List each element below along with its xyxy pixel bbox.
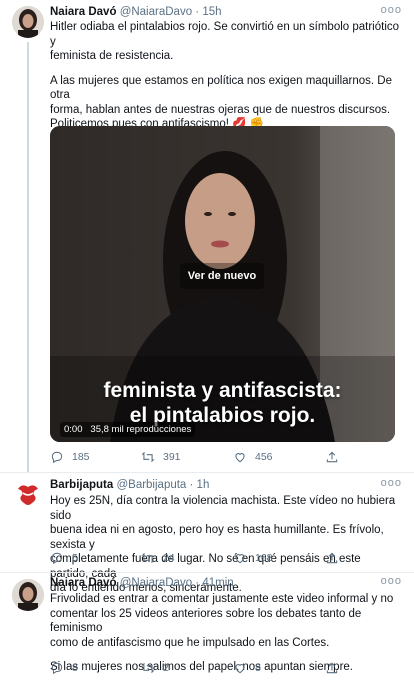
caption-line: feminista y antifascista:: [103, 379, 342, 402]
author-handle[interactable]: @Barbijaputa: [116, 479, 186, 491]
retweet-count: 24: [163, 552, 175, 564]
reply-icon: [51, 552, 63, 565]
reply-count: 5: [72, 552, 78, 564]
video-stats: 0:00 35,8 mil reproducciones: [60, 422, 196, 437]
like-icon: [235, 453, 245, 463]
reply-icon: [51, 662, 63, 675]
text-line: [50, 64, 400, 74]
text-line: comentar los 25 videos anteriores sobre …: [50, 607, 362, 635]
avatar-naiara[interactable]: [12, 6, 44, 38]
retweet-button[interactable]: 24: [141, 551, 175, 565]
text-line: forma, hablan antes de nuestras ojeras q…: [50, 103, 391, 116]
tweet-header: Barbijaputa @Barbijaputa · 1h: [50, 479, 209, 491]
tweet-actions: 185 391 456: [50, 450, 390, 466]
text-line: Hitler odiaba el pintalabios rojo. Se co…: [50, 21, 400, 48]
tweet-header: Naiara Davó @NaiaraDavo · 15h: [50, 6, 222, 18]
tweet-2[interactable]: Barbijaputa @Barbijaputa · 1h ooo Hoy es…: [0, 473, 414, 594]
retweet-icon: [141, 662, 155, 674]
like-button[interactable]: 456: [233, 450, 273, 464]
author-name[interactable]: Barbijaputa: [50, 479, 113, 491]
text-line: A las mujeres que estamos en política no…: [50, 74, 392, 102]
text-line: Hoy es 25N, día contra la violencia mach…: [50, 495, 396, 522]
reply-count: 8: [72, 662, 78, 674]
thread-line: [27, 42, 29, 472]
retweet-icon: [141, 451, 155, 463]
share-icon: [326, 662, 338, 674]
like-icon: [235, 554, 245, 564]
tweet-time[interactable]: · 1h: [190, 479, 210, 491]
text-line: [50, 650, 400, 660]
like-button[interactable]: 168: [233, 551, 273, 565]
video-time: 0:00: [64, 424, 83, 435]
replay-button[interactable]: Ver de nuevo: [180, 263, 264, 289]
more-icon[interactable]: ooo: [381, 575, 402, 587]
text-line: feminista de resistencia.: [50, 50, 174, 62]
retweet-button[interactable]: 2: [141, 661, 169, 675]
author-handle[interactable]: @NaiaraDavo: [120, 6, 192, 18]
retweet-count: 2: [163, 662, 169, 674]
like-button[interactable]: 8: [233, 661, 261, 675]
reply-button[interactable]: 8: [50, 661, 78, 675]
share-button[interactable]: [325, 450, 339, 464]
more-icon[interactable]: ooo: [381, 477, 402, 489]
text-line: como de antifascismo que he impulsado en…: [50, 636, 330, 649]
share-icon: [326, 552, 338, 564]
like-icon: [235, 664, 245, 674]
reply-icon: [51, 451, 63, 464]
avatar-naiara[interactable]: [12, 579, 44, 611]
author-handle[interactable]: @NaiaraDavo: [120, 577, 192, 589]
avatar-barbijaputa[interactable]: [12, 479, 44, 511]
tweet-time[interactable]: · 41min: [195, 577, 233, 589]
share-button[interactable]: [325, 551, 339, 565]
retweet-count: 391: [163, 451, 181, 463]
reply-count: 185: [72, 451, 90, 463]
video-caption: feminista y antifascista: el pintalabios…: [50, 378, 395, 428]
tweet-actions: 8 2 8: [50, 661, 390, 677]
tweet-3[interactable]: Naiara Davó @NaiaraDavo · 41min ooo Friv…: [0, 573, 414, 687]
tweet-1[interactable]: Naiara Davó @NaiaraDavo · 15h ooo Hitler…: [0, 0, 414, 472]
share-icon: [326, 451, 338, 463]
reply-button[interactable]: 5: [50, 551, 78, 565]
tweet-header: Naiara Davó @NaiaraDavo · 41min: [50, 577, 234, 589]
author-name[interactable]: Naiara Davó: [50, 6, 116, 18]
retweet-button[interactable]: 391: [141, 450, 181, 464]
like-count: 168: [255, 552, 273, 564]
like-count: 456: [255, 451, 273, 463]
author-name[interactable]: Naiara Davó: [50, 577, 116, 589]
tweet-time[interactable]: · 15h: [195, 6, 221, 18]
like-count: 8: [255, 662, 261, 674]
retweet-icon: [141, 552, 155, 564]
more-icon[interactable]: ooo: [381, 4, 402, 16]
share-button[interactable]: [325, 661, 339, 675]
text-line: Frivolidad es entrar a comentar justamen…: [50, 593, 394, 605]
text-line: buena idea ni en agosto, pero hoy es has…: [50, 524, 384, 551]
tweet-actions: 5 24 168: [50, 551, 390, 567]
video-views: 35,8 mil reproducciones: [90, 424, 192, 435]
reply-button[interactable]: 185: [50, 450, 90, 464]
video-player[interactable]: Ver de nuevo feminista y antifascista: e…: [50, 126, 395, 442]
tweet-text: Hitler odiaba el pintalabios rojo. Se co…: [50, 20, 400, 132]
